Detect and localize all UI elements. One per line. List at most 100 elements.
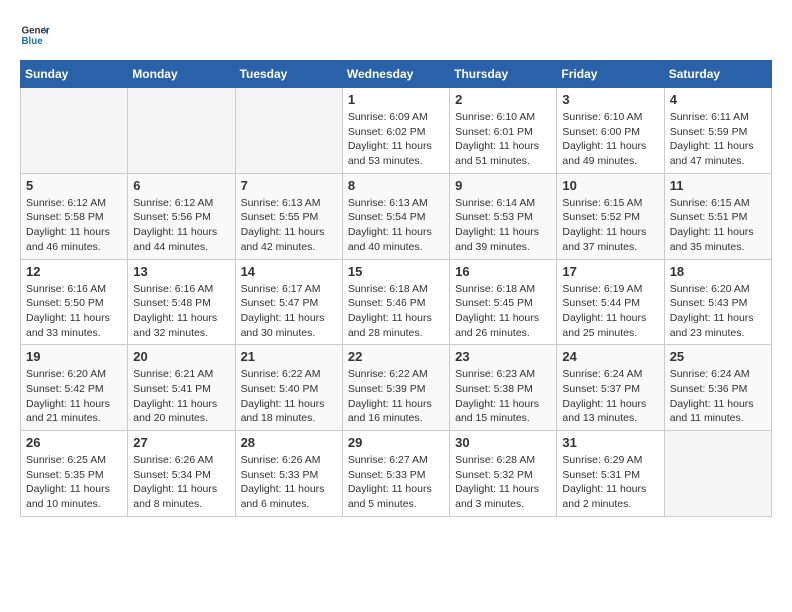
day-number: 4 <box>670 92 766 107</box>
day-number: 3 <box>562 92 658 107</box>
day-number: 20 <box>133 349 229 364</box>
calendar-cell: 6 Sunrise: 6:12 AMSunset: 5:56 PMDaylight… <box>128 173 235 259</box>
calendar-cell: 1Sunrise: 6:09 AMSunset: 6:02 PMDaylight… <box>342 88 449 174</box>
day-info: Sunrise: 6:13 AMSunset: 5:54 PMDaylight:… <box>348 196 444 255</box>
calendar-cell: 8 Sunrise: 6:13 AMSunset: 5:54 PMDaylight… <box>342 173 449 259</box>
calendar-cell <box>21 88 128 174</box>
day-number: 6 <box>133 178 229 193</box>
calendar-cell: 5 Sunrise: 6:12 AMSunset: 5:58 PMDaylight… <box>21 173 128 259</box>
weekday-header-tuesday: Tuesday <box>235 61 342 88</box>
day-info: Sunrise: 6:26 AMSunset: 5:33 PMDaylight:… <box>241 453 337 512</box>
calendar-cell: 14 Sunrise: 6:17 AMSunset: 5:47 PMDayligh… <box>235 259 342 345</box>
day-info: Sunrise: 6:12 AMSunset: 5:56 PMDaylight:… <box>133 196 229 255</box>
calendar-cell: 9Sunrise: 6:14 AMSunset: 5:53 PMDaylight… <box>450 173 557 259</box>
calendar-cell: 29 Sunrise: 6:27 AMSunset: 5:33 PMDayligh… <box>342 431 449 517</box>
day-number: 26 <box>26 435 122 450</box>
weekday-header-sunday: Sunday <box>21 61 128 88</box>
day-info: Sunrise: 6:10 AMSunset: 6:01 PMDaylight:… <box>455 110 551 169</box>
calendar-cell: 12 Sunrise: 6:16 AMSunset: 5:50 PMDayligh… <box>21 259 128 345</box>
day-info: Sunrise: 6:25 AMSunset: 5:35 PMDaylight:… <box>26 453 122 512</box>
day-number: 19 <box>26 349 122 364</box>
day-number: 14 <box>241 264 337 279</box>
svg-text:Blue: Blue <box>22 36 44 47</box>
day-number: 16 <box>455 264 551 279</box>
calendar-cell: 3 Sunrise: 6:10 AMSunset: 6:00 PMDaylight… <box>557 88 664 174</box>
day-number: 8 <box>348 178 444 193</box>
day-info: Sunrise: 6:20 AMSunset: 5:42 PMDaylight:… <box>26 367 122 426</box>
week-row-2: 5 Sunrise: 6:12 AMSunset: 5:58 PMDaylight… <box>21 173 772 259</box>
logo-icon: General Blue <box>20 20 50 50</box>
calendar-cell: 22 Sunrise: 6:22 AMSunset: 5:39 PMDayligh… <box>342 345 449 431</box>
week-row-4: 19 Sunrise: 6:20 AMSunset: 5:42 PMDayligh… <box>21 345 772 431</box>
day-number: 31 <box>562 435 658 450</box>
day-number: 9 <box>455 178 551 193</box>
calendar-cell <box>664 431 771 517</box>
calendar-cell: 25 Sunrise: 6:24 AMSunset: 5:36 PMDayligh… <box>664 345 771 431</box>
calendar-cell: 18 Sunrise: 6:20 AMSunset: 5:43 PMDayligh… <box>664 259 771 345</box>
calendar: SundayMondayTuesdayWednesdayThursdayFrid… <box>20 60 772 517</box>
day-info: Sunrise: 6:16 AMSunset: 5:48 PMDaylight:… <box>133 282 229 341</box>
day-info: Sunrise: 6:18 AMSunset: 5:46 PMDaylight:… <box>348 282 444 341</box>
week-row-1: 1Sunrise: 6:09 AMSunset: 6:02 PMDaylight… <box>21 88 772 174</box>
day-number: 22 <box>348 349 444 364</box>
calendar-cell: 16Sunrise: 6:18 AMSunset: 5:45 PMDayligh… <box>450 259 557 345</box>
calendar-cell: 10 Sunrise: 6:15 AMSunset: 5:52 PMDayligh… <box>557 173 664 259</box>
weekday-header-row: SundayMondayTuesdayWednesdayThursdayFrid… <box>21 61 772 88</box>
day-info: Sunrise: 6:21 AMSunset: 5:41 PMDaylight:… <box>133 367 229 426</box>
calendar-cell: 20 Sunrise: 6:21 AMSunset: 5:41 PMDayligh… <box>128 345 235 431</box>
day-number: 13 <box>133 264 229 279</box>
day-info: Sunrise: 6:29 AMSunset: 5:31 PMDaylight:… <box>562 453 658 512</box>
day-info: Sunrise: 6:22 AMSunset: 5:39 PMDaylight:… <box>348 367 444 426</box>
day-number: 23 <box>455 349 551 364</box>
day-info: Sunrise: 6:24 AMSunset: 5:37 PMDaylight:… <box>562 367 658 426</box>
day-info: Sunrise: 6:15 AMSunset: 5:51 PMDaylight:… <box>670 196 766 255</box>
weekday-header-friday: Friday <box>557 61 664 88</box>
day-number: 28 <box>241 435 337 450</box>
calendar-cell: 24Sunrise: 6:24 AMSunset: 5:37 PMDayligh… <box>557 345 664 431</box>
day-number: 12 <box>26 264 122 279</box>
day-number: 15 <box>348 264 444 279</box>
weekday-header-thursday: Thursday <box>450 61 557 88</box>
day-number: 30 <box>455 435 551 450</box>
day-info: Sunrise: 6:11 AMSunset: 5:59 PMDaylight:… <box>670 110 766 169</box>
day-number: 7 <box>241 178 337 193</box>
calendar-cell: 7Sunrise: 6:13 AMSunset: 5:55 PMDaylight… <box>235 173 342 259</box>
week-row-5: 26 Sunrise: 6:25 AMSunset: 5:35 PMDayligh… <box>21 431 772 517</box>
day-number: 5 <box>26 178 122 193</box>
day-number: 2 <box>455 92 551 107</box>
day-info: Sunrise: 6:24 AMSunset: 5:36 PMDaylight:… <box>670 367 766 426</box>
day-info: Sunrise: 6:23 AMSunset: 5:38 PMDaylight:… <box>455 367 551 426</box>
day-info: Sunrise: 6:19 AMSunset: 5:44 PMDaylight:… <box>562 282 658 341</box>
day-number: 29 <box>348 435 444 450</box>
day-info: Sunrise: 6:15 AMSunset: 5:52 PMDaylight:… <box>562 196 658 255</box>
day-number: 10 <box>562 178 658 193</box>
calendar-cell: 30Sunrise: 6:28 AMSunset: 5:32 PMDayligh… <box>450 431 557 517</box>
day-number: 1 <box>348 92 444 107</box>
day-info: Sunrise: 6:16 AMSunset: 5:50 PMDaylight:… <box>26 282 122 341</box>
day-number: 25 <box>670 349 766 364</box>
calendar-cell: 28 Sunrise: 6:26 AMSunset: 5:33 PMDayligh… <box>235 431 342 517</box>
day-number: 11 <box>670 178 766 193</box>
weekday-header-monday: Monday <box>128 61 235 88</box>
calendar-cell: 2 Sunrise: 6:10 AMSunset: 6:01 PMDaylight… <box>450 88 557 174</box>
calendar-cell: 31 Sunrise: 6:29 AMSunset: 5:31 PMDayligh… <box>557 431 664 517</box>
logo: General Blue <box>20 20 54 50</box>
calendar-cell <box>128 88 235 174</box>
week-row-3: 12 Sunrise: 6:16 AMSunset: 5:50 PMDayligh… <box>21 259 772 345</box>
day-info: Sunrise: 6:20 AMSunset: 5:43 PMDaylight:… <box>670 282 766 341</box>
day-info: Sunrise: 6:10 AMSunset: 6:00 PMDaylight:… <box>562 110 658 169</box>
day-info: Sunrise: 6:17 AMSunset: 5:47 PMDaylight:… <box>241 282 337 341</box>
calendar-cell: 27 Sunrise: 6:26 AMSunset: 5:34 PMDayligh… <box>128 431 235 517</box>
day-info: Sunrise: 6:27 AMSunset: 5:33 PMDaylight:… <box>348 453 444 512</box>
calendar-cell: 4 Sunrise: 6:11 AMSunset: 5:59 PMDaylight… <box>664 88 771 174</box>
day-info: Sunrise: 6:12 AMSunset: 5:58 PMDaylight:… <box>26 196 122 255</box>
day-info: Sunrise: 6:26 AMSunset: 5:34 PMDaylight:… <box>133 453 229 512</box>
calendar-cell: 17 Sunrise: 6:19 AMSunset: 5:44 PMDayligh… <box>557 259 664 345</box>
weekday-header-saturday: Saturday <box>664 61 771 88</box>
header: General Blue <box>20 20 772 50</box>
calendar-cell: 21Sunrise: 6:22 AMSunset: 5:40 PMDayligh… <box>235 345 342 431</box>
day-number: 17 <box>562 264 658 279</box>
day-number: 27 <box>133 435 229 450</box>
calendar-cell: 13 Sunrise: 6:16 AMSunset: 5:48 PMDayligh… <box>128 259 235 345</box>
day-number: 18 <box>670 264 766 279</box>
